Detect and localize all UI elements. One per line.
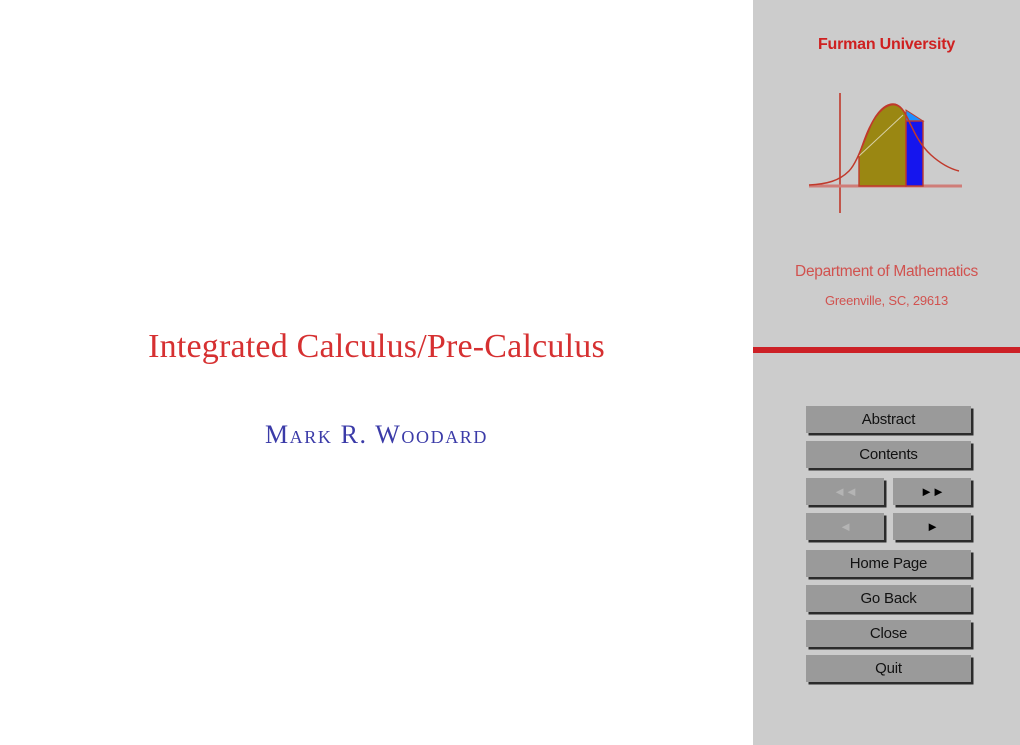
contents-button[interactable]: Contents [806,441,971,468]
pdf-viewer-page: Integrated Calculus/Pre-Calculus Mark R.… [0,0,1020,745]
red-rule-divider [753,347,1020,353]
quit-button[interactable]: Quit [806,655,971,682]
logo-container [753,85,1020,230]
first-page-button[interactable]: ◄◄ [806,478,884,505]
furman-math-curve-logo [808,93,962,213]
right-arrow-icon: ► [926,519,939,534]
home-page-button[interactable]: Home Page [806,550,971,577]
first-last-row: ◄◄ ►► [806,478,971,505]
next-page-button[interactable]: ► [893,513,971,540]
university-name: Furman University [817,36,956,53]
double-right-arrow-icon: ►► [920,484,945,499]
prev-next-row: ◄ ► [806,513,971,540]
go-back-button[interactable]: Go Back [806,585,971,612]
previous-page-button[interactable]: ◄ [806,513,884,540]
left-arrow-icon: ◄ [839,519,852,534]
last-page-button[interactable]: ►► [893,478,971,505]
sidebar-button-panel: Abstract Contents ◄◄ ►► ◄ ► Home Page Go… [806,406,971,690]
department-address: Greenville, SC, 29613 [825,293,948,308]
page-title: Integrated Calculus/Pre-Calculus [148,328,605,365]
department-name: Department of Mathematics [795,263,978,280]
document-author: Mark R. Woodard [264,420,489,449]
double-left-arrow-icon: ◄◄ [833,484,858,499]
document-main-area: Integrated Calculus/Pre-Calculus Mark R.… [0,0,753,745]
abstract-button[interactable]: Abstract [806,406,971,433]
close-button[interactable]: Close [806,620,971,647]
